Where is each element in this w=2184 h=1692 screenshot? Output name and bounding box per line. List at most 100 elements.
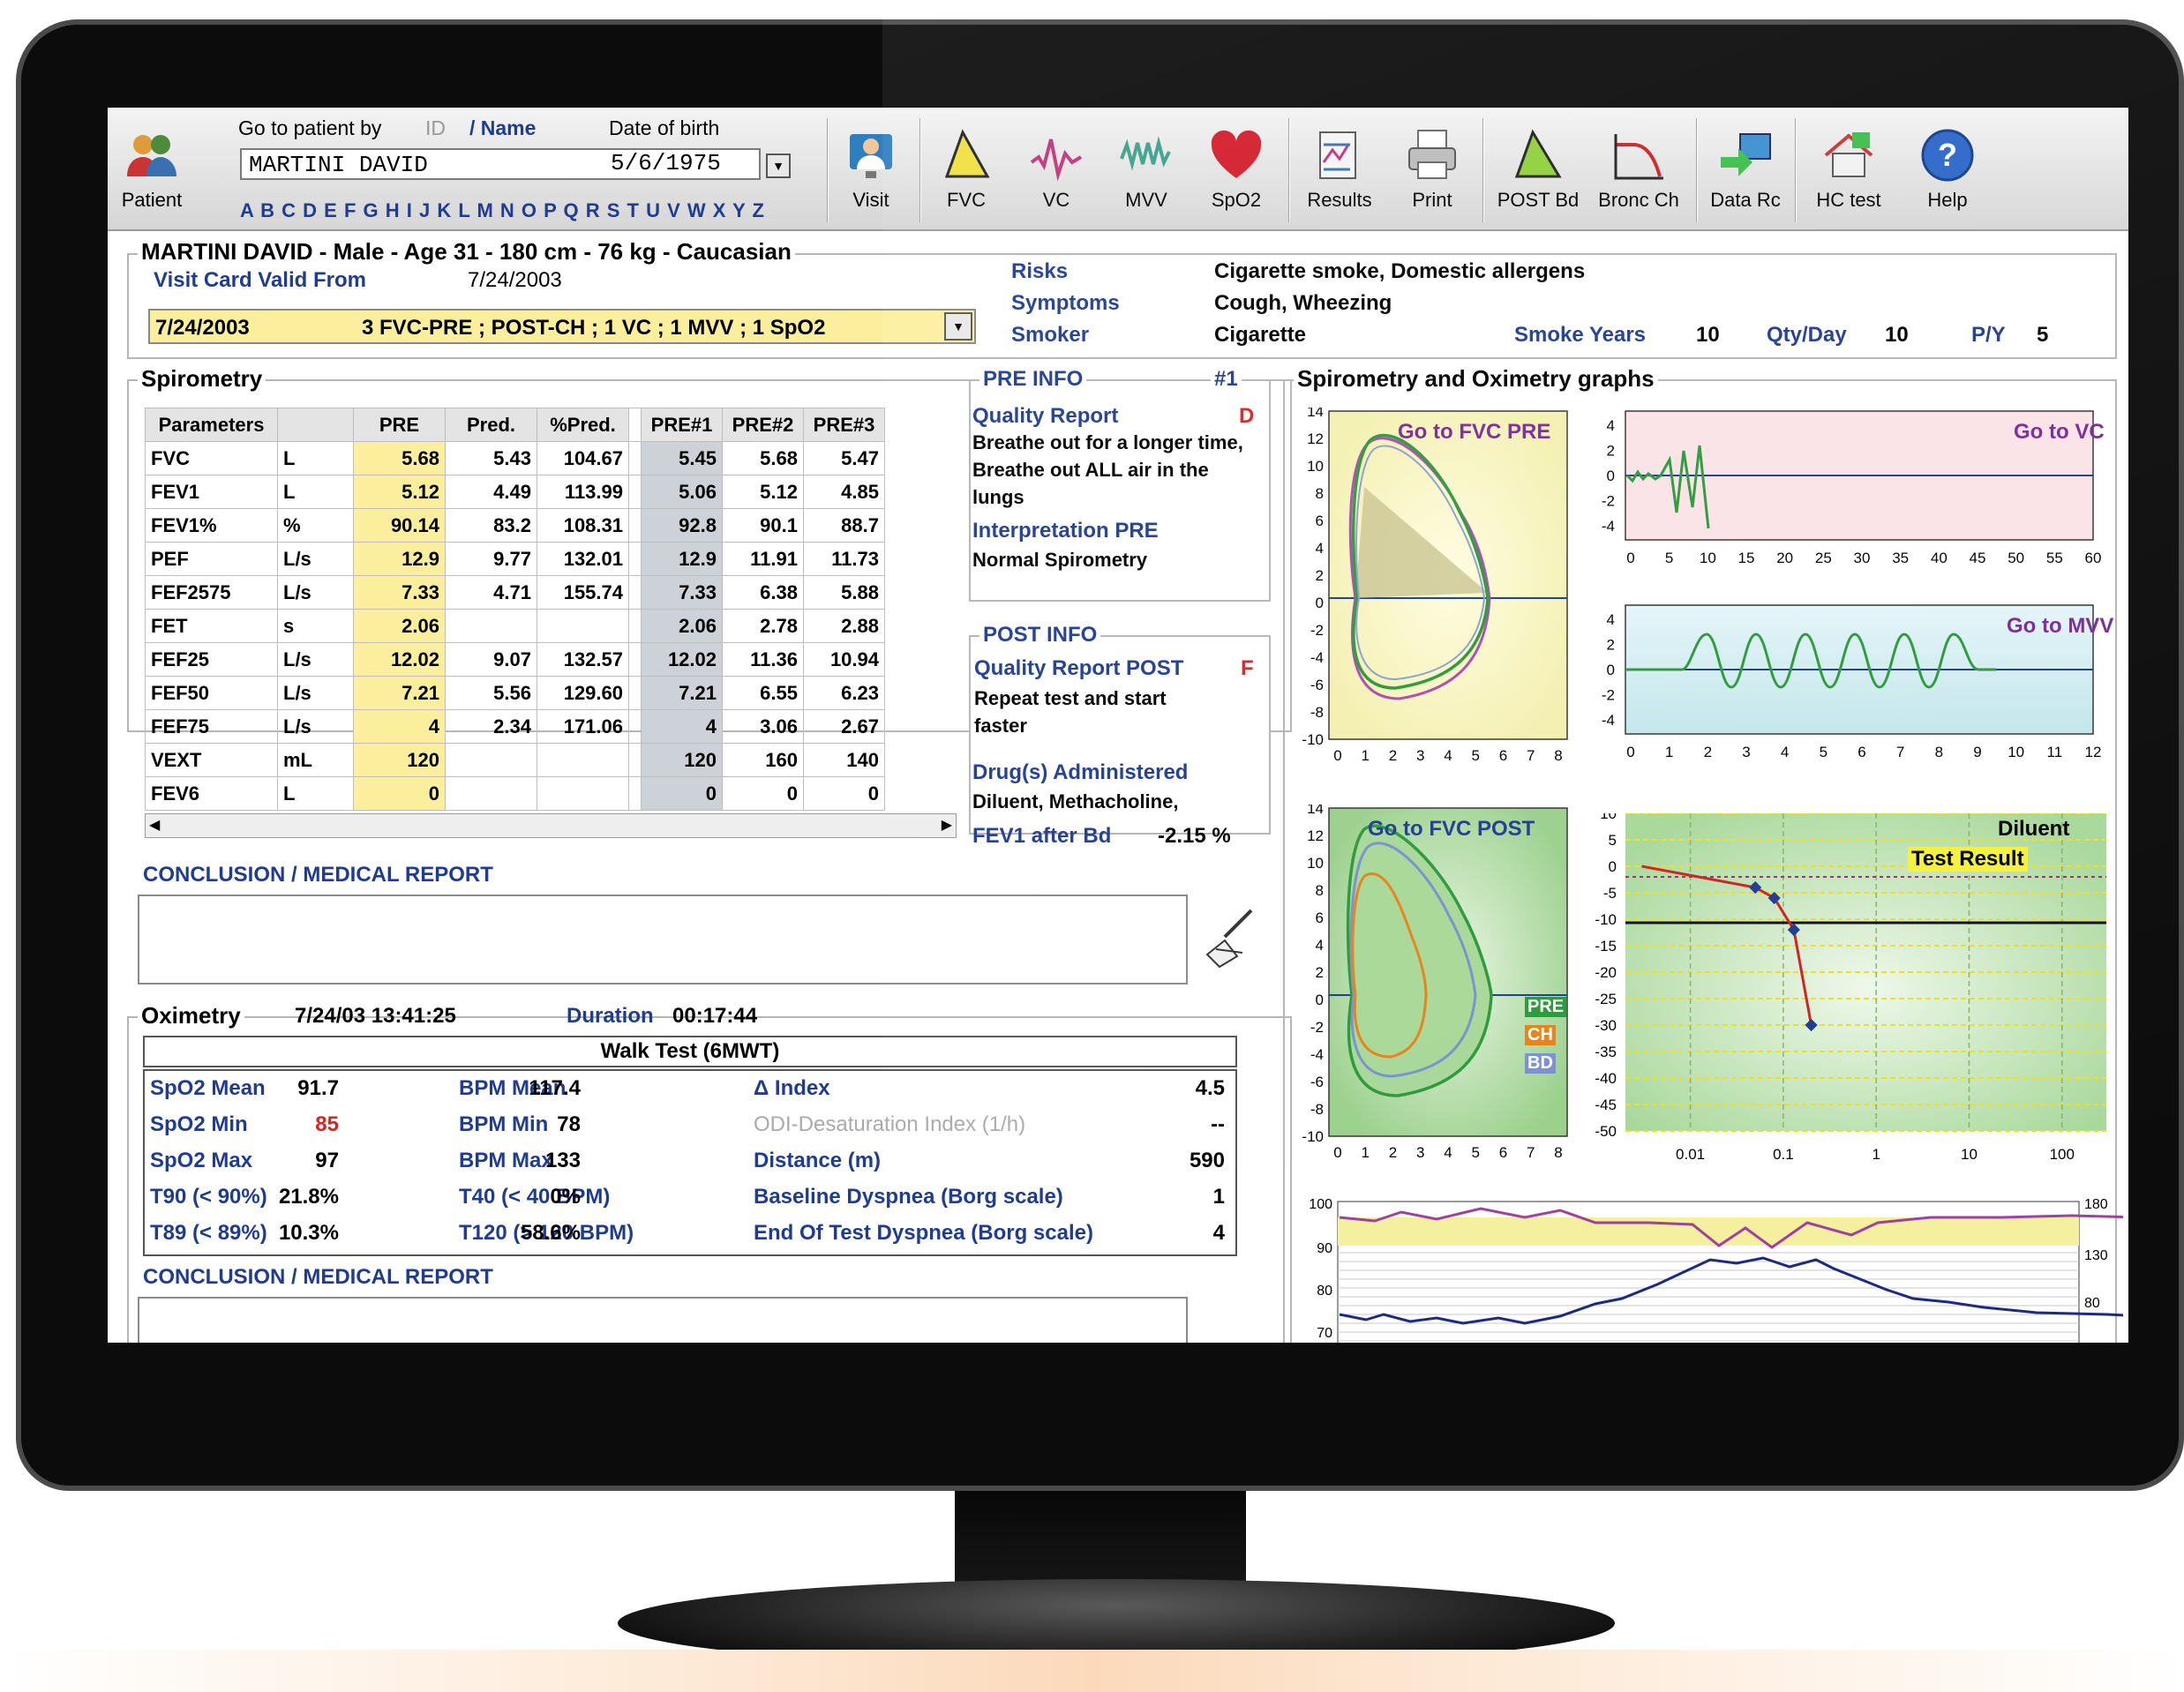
table-row[interactable]: PEF L/s 12.9 9.77 132.01 12.9 11.91 11.73 — [145, 542, 885, 576]
oximetry-value: -- — [1211, 1112, 1225, 1136]
tick-label: -10 — [1595, 911, 1617, 928]
table-cell: 10.94 — [803, 642, 885, 677]
table-cell: FEF2575 — [145, 575, 278, 610]
goto-by-id-option[interactable]: ID — [425, 116, 446, 140]
table-cell: mL — [277, 743, 354, 777]
table-cell: 4.85 — [803, 475, 885, 509]
go-to-vc-link[interactable]: Go to VC — [2014, 420, 2105, 445]
fvc-button[interactable]: FVC — [927, 127, 1006, 224]
print-button[interactable]: Print — [1392, 127, 1472, 224]
table-row[interactable]: FEF2575 L/s 7.33 4.71 155.74 7.33 6.38 5.88 — [145, 575, 885, 610]
goto-by-name-option[interactable]: / Name — [469, 116, 536, 140]
table-row[interactable]: FEV1 L 5.12 4.49 113.99 5.06 5.12 4.85 — [145, 475, 885, 509]
tick-label: 180 — [2084, 1197, 2108, 1212]
table-cell — [537, 743, 629, 777]
oximetry-value: 10.3% — [278, 1221, 339, 1245]
tick-label: -10 — [1302, 731, 1324, 748]
oximetry-label: ODI-Desaturation Index (1/h) — [754, 1112, 1026, 1136]
table-row[interactable]: FEF25 L/s 12.02 9.07 132.57 12.02 11.36 10.94 — [145, 642, 885, 677]
tick-label: 0 — [1609, 858, 1617, 875]
post-bd-button[interactable]: POST Bd — [1490, 127, 1587, 224]
table-row[interactable]: FEF50 L/s 7.21 5.56 129.60 7.21 6.55 6.23 — [145, 676, 885, 710]
post-info-title: POST INFO — [979, 623, 1101, 648]
column-header[interactable] — [277, 408, 354, 442]
mvv-button[interactable]: MVV — [1107, 127, 1186, 224]
fvc-post-chart[interactable]: 14 12 10 8 6 4 2 0 -2 -4 -6 -8 -10 012345678 Go to F… — [1294, 805, 1576, 1166]
patient-dropdown-button[interactable]: ▼ — [766, 153, 791, 178]
tick-label: 5 — [1820, 744, 1828, 760]
oximetry-trend-chart[interactable]: 100 90 80 70 180 130 80 — [1294, 1191, 2123, 1343]
bronc-challenge-chart[interactable]: 10 5 0 -5 -10 -15 -20 -25 -30 -35 -40 -45 -50 0.01 0.… — [1576, 813, 2114, 1166]
table-cell: FEF75 — [145, 709, 278, 744]
results-button[interactable]: Results — [1295, 127, 1384, 224]
tick-label: 0 — [1626, 550, 1634, 566]
fvc-pre-chart[interactable]: 14 12 10 8 6 4 2 0 -2 -4 -6 -8 -10 012345678 Go to F… — [1294, 408, 1576, 769]
interpretation-text: Normal Spirometry — [972, 549, 1148, 571]
edit-report-icon[interactable] — [1198, 902, 1260, 972]
bronc-ch-button[interactable]: Bronc Ch — [1590, 127, 1687, 224]
visit-valid-date: 7/24/2003 — [468, 268, 562, 292]
svg-text:?: ? — [1938, 137, 1957, 173]
hc-test-button[interactable]: HC test — [1800, 127, 1897, 224]
table-row[interactable]: FET s 2.06 2.06 2.78 2.88 — [145, 609, 885, 643]
spo2-button[interactable]: SpO2 — [1197, 127, 1276, 224]
column-header[interactable]: Pred. — [445, 408, 537, 442]
help-button[interactable]: ? Help — [1908, 127, 1987, 224]
visit-valid-label: Visit Card Valid From — [154, 268, 366, 292]
table-cell: 171.06 — [537, 709, 629, 744]
tick-label: 100 — [2050, 1146, 2075, 1163]
tick-label: -20 — [1595, 964, 1617, 981]
right-axis-ticks: 180 130 80 — [2084, 1197, 2108, 1311]
patient-button[interactable]: Patient — [116, 127, 187, 224]
home-care-icon — [1824, 132, 1873, 177]
go-to-fvc-pre-link[interactable]: Go to FVC PRE — [1398, 420, 1550, 445]
tick-label: -45 — [1595, 1097, 1617, 1113]
column-header[interactable]: PRE — [353, 408, 446, 442]
fvc-pre-chart-svg: 14121086420-2-4-6-8-10 012345678 — [1302, 408, 1568, 764]
tick-label: 2 — [1607, 637, 1615, 654]
arrow-right-icon[interactable]: ▶ — [942, 816, 952, 834]
column-header[interactable]: PRE#3 — [803, 408, 885, 442]
column-header[interactable]: PRE#2 — [722, 408, 804, 442]
vc-chart[interactable]: 4 2 0 -2 -4 0 5 10 15 20 25 30 35 40 45 50 55 60 Go to V… — [1576, 408, 2114, 584]
column-header[interactable]: PRE#1 — [641, 408, 723, 442]
column-header[interactable]: Parameters — [145, 408, 278, 442]
tick-label: 2 — [1607, 443, 1615, 460]
data-rc-label: Data Rc — [1710, 189, 1781, 211]
table-cell: L — [277, 441, 354, 475]
tick-label: 0 — [1607, 662, 1615, 678]
table-cell: 2.06 — [641, 609, 723, 643]
tick-label: 12 — [1307, 827, 1324, 844]
table-row[interactable]: FEV6 L 0 0 0 0 — [145, 776, 885, 811]
table-row[interactable]: FVC L 5.68 5.43 104.67 5.45 5.68 5.47 — [145, 441, 885, 475]
tick-label: 7 — [1896, 744, 1904, 760]
table-cell: 4 — [641, 709, 723, 744]
alphabet-index[interactable]: A B C D E F G H I J K L M N O P Q R S T … — [240, 199, 765, 222]
column-header[interactable]: %Pred. — [537, 408, 629, 442]
visit-button[interactable]: Visit — [836, 127, 906, 224]
tick-label: 4 — [1607, 611, 1615, 628]
table-cell: 155.74 — [537, 575, 629, 610]
smoke-years-value: 10 — [1696, 323, 1720, 347]
duration-label: Duration — [567, 1004, 654, 1028]
tick-label: 60 — [2085, 550, 2102, 566]
oxi-conclusion-textarea[interactable] — [138, 1297, 1188, 1343]
table-cell: L/s — [277, 709, 354, 744]
table-row[interactable]: FEV1%% 90.14 83.2 108.31 92.8 90.1 88.7 — [145, 508, 885, 543]
go-to-fvc-post-link[interactable]: Go to FVC POST — [1368, 817, 1535, 842]
mvv-chart[interactable]: 4 2 0 -2 -4 0 1 2 3 4 5 6 7 8 9 10 11 12 Go to MVV — [1576, 602, 2114, 778]
spiro-conclusion-textarea[interactable] — [138, 895, 1188, 985]
data-rc-button[interactable]: Data Rc — [1701, 127, 1790, 224]
go-to-mvv-link[interactable]: Go to MVV — [2007, 614, 2113, 639]
table-horizontal-scrollbar[interactable]: ◀ ▶ — [145, 813, 957, 838]
visit-select[interactable]: 7/24/2003 3 FVC-PRE ; POST-CH ; 1 VC ; 1… — [148, 309, 976, 344]
oximetry-value: 78 — [557, 1112, 581, 1136]
vc-button[interactable]: VC — [1017, 127, 1096, 224]
table-row[interactable]: FEF75 L/s 4 2.34 171.06 4 3.06 2.67 — [145, 709, 885, 744]
table-cell: 90.1 — [722, 508, 804, 543]
chevron-down-icon[interactable]: ▼ — [944, 312, 972, 341]
bronc-diluent-label: Diluent — [1998, 817, 2070, 841]
arrow-left-icon[interactable]: ◀ — [149, 816, 160, 834]
tick-label: 3 — [1742, 744, 1750, 760]
table-row[interactable]: VEXT mL 120 120 160 140 — [145, 743, 885, 777]
